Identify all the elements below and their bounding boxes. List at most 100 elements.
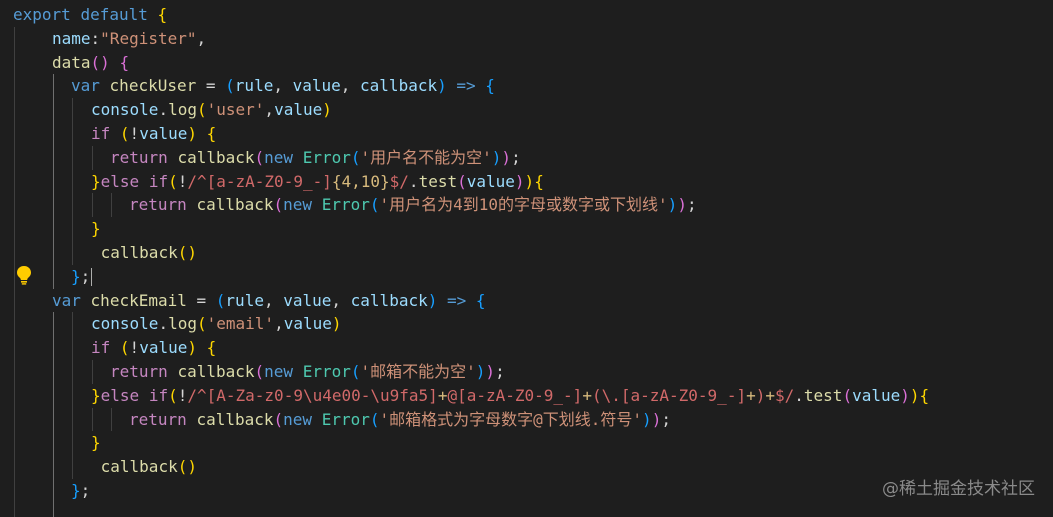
code-editor[interactable]: export default {name:"Register", data() {…: [0, 0, 1053, 517]
code-token: Error: [321, 195, 370, 215]
code-token: ): [514, 171, 525, 191]
code-line[interactable]: return callback(new Error('用户名为4到10的字母或数…: [0, 193, 1053, 218]
code-token: checkUser: [109, 76, 197, 96]
code-token: ): [187, 338, 197, 358]
code-token: value: [283, 290, 332, 310]
indent-guide: [72, 169, 73, 194]
code-line-content: var checkUser = (rule, value, callback) …: [71, 74, 495, 98]
code-line[interactable]: };: [0, 264, 1053, 289]
code-token: =: [186, 290, 216, 310]
code-token: return: [129, 409, 187, 429]
code-line-content: return callback(new Error('用户名不能为空'));: [110, 146, 521, 170]
code-line-content: callback(): [91, 455, 197, 479]
code-token: rule: [225, 290, 264, 310]
code-line[interactable]: return callback(new Error('用户名不能为空'));: [0, 145, 1053, 170]
indent-guide: [14, 455, 15, 479]
code-line[interactable]: [0, 502, 1053, 517]
code-line[interactable]: name:"Register",: [0, 26, 1053, 51]
indent-guide: [14, 502, 15, 517]
code-token: new: [264, 147, 294, 167]
code-line[interactable]: return callback(new Error('邮箱格式为字母数字@下划线…: [0, 407, 1053, 432]
code-token: callback: [350, 290, 428, 310]
indent-guide: [72, 193, 73, 218]
code-line[interactable]: data() {: [0, 50, 1053, 75]
indent-guide: [72, 383, 73, 408]
code-token: ): [651, 409, 662, 429]
code-token: (: [350, 147, 361, 167]
indent-guide: [53, 336, 54, 360]
indent-guide: [92, 407, 93, 432]
code-line[interactable]: return callback(new Error('邮箱不能为空'));: [0, 359, 1053, 384]
lightbulb-icon[interactable]: [15, 265, 33, 285]
code-token: ): [755, 385, 766, 405]
indent-guide: [53, 383, 54, 408]
code-line[interactable]: }: [0, 217, 1053, 241]
indent-guide: [53, 502, 54, 517]
code-token: {: [119, 52, 130, 72]
code-token: else: [100, 171, 140, 191]
code-line[interactable]: console.log('email',value): [0, 312, 1053, 337]
code-token: ;: [495, 361, 505, 381]
code-area[interactable]: export default {name:"Register", data() {…: [0, 3, 1053, 517]
code-line[interactable]: }else if(!/^[a-zA-Z0-9_-]{4,10}$/.test(v…: [0, 169, 1053, 194]
code-token: new: [283, 195, 313, 215]
code-token: (: [254, 361, 265, 381]
code-token: if: [91, 338, 111, 358]
code-token: test: [803, 385, 843, 405]
code-line[interactable]: var checkUser = (rule, value, callback) …: [0, 74, 1053, 99]
code-token: $/: [389, 171, 409, 191]
code-token: return: [129, 195, 187, 215]
code-token: ,: [263, 290, 284, 310]
code-token: ;: [80, 266, 91, 286]
code-line[interactable]: if (!value) {: [0, 336, 1053, 360]
code-token: .: [408, 171, 419, 191]
code-line[interactable]: }: [0, 431, 1053, 456]
code-token: (: [196, 314, 207, 334]
code-token: }: [71, 480, 81, 500]
code-line[interactable]: if (!value) {: [0, 121, 1053, 146]
code-token: console: [91, 314, 159, 334]
code-token: callback: [177, 361, 255, 381]
code-token: ): [322, 100, 332, 120]
indent-guide: [72, 407, 73, 432]
code-line[interactable]: callback(): [0, 240, 1053, 265]
code-token: callback: [360, 76, 438, 96]
code-token: !: [177, 385, 188, 405]
indent-guide: [14, 169, 15, 194]
code-line-content: return callback(new Error('用户名为4到10的字母或数…: [129, 193, 697, 217]
code-token: (: [168, 171, 178, 191]
text-cursor: [91, 267, 92, 286]
code-token: (\.[a-zA-Z0-9_-]: [591, 385, 747, 405]
code-line[interactable]: var checkEmail = (rule, value, callback)…: [0, 288, 1053, 313]
code-token: (: [457, 171, 467, 191]
indent-guide: [53, 98, 54, 122]
code-token: .: [794, 385, 804, 405]
indent-guide: [14, 240, 15, 265]
code-line-content: console.log('email',value): [91, 312, 342, 336]
code-line[interactable]: export default {: [0, 3, 1053, 27]
code-token: if: [91, 123, 111, 143]
code-token: }: [91, 171, 101, 191]
code-line[interactable]: console.log('user',value): [0, 98, 1053, 122]
code-line[interactable]: }else if(!/^[A-Za-z0-9\u4e00-\u9fa5]+@[a…: [0, 383, 1053, 408]
indent-guide: [14, 431, 15, 456]
indent-guide: [14, 407, 15, 432]
code-token: '用户名不能为空': [360, 147, 492, 167]
indent-guide: [14, 312, 15, 337]
code-token: callback: [196, 195, 274, 215]
code-token: ,: [196, 28, 207, 48]
code-token: ): [667, 195, 678, 215]
code-token: ): [909, 385, 920, 405]
code-token: (: [369, 409, 380, 429]
code-token: ): [485, 361, 496, 381]
indent-guide: [72, 121, 73, 146]
code-line-content: }else if(!/^[a-zA-Z0-9_-]{4,10}$/.test(v…: [91, 170, 544, 194]
code-token: 'user': [206, 100, 265, 120]
